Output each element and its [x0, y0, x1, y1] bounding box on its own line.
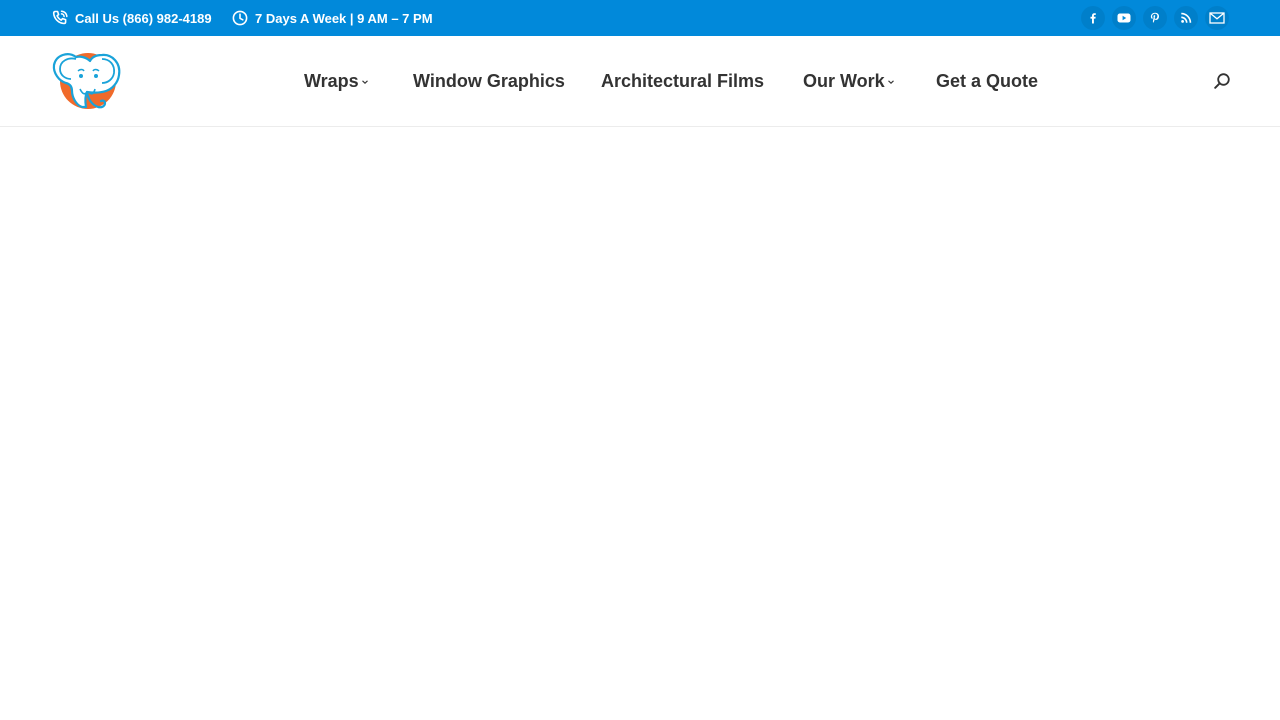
- nav-get-a-quote[interactable]: Get a Quote: [936, 36, 1038, 126]
- search-icon: [1214, 73, 1230, 89]
- main-header: Wraps Window Graphics Architectural Film…: [0, 36, 1280, 127]
- nav-wraps[interactable]: Wraps: [304, 36, 369, 126]
- facebook-icon: [1090, 13, 1096, 24]
- rss-icon: [1181, 12, 1192, 23]
- pinterest-icon: [1150, 12, 1159, 23]
- clock-icon: [232, 10, 248, 26]
- email-link[interactable]: [1205, 6, 1229, 30]
- facebook-link[interactable]: [1081, 6, 1105, 30]
- search-button[interactable]: [1211, 70, 1233, 92]
- top-bar: Call Us (866) 982-4189 7 Days A Week | 9…: [0, 0, 1280, 36]
- phone-label: Call Us (866) 982-4189: [75, 10, 212, 26]
- pinterest-link[interactable]: [1143, 6, 1167, 30]
- phone-info[interactable]: Call Us (866) 982-4189: [52, 0, 212, 36]
- youtube-link[interactable]: [1112, 6, 1136, 30]
- nav-our-work[interactable]: Our Work: [803, 36, 895, 126]
- mail-icon: [1209, 12, 1225, 24]
- elephant-logo: [52, 53, 121, 109]
- hours-info: 7 Days A Week | 9 AM – 7 PM: [232, 0, 433, 36]
- chevron-down-icon: [887, 79, 894, 84]
- nav-get-a-quote-label: Get a Quote: [936, 70, 1039, 91]
- site-logo[interactable]: [50, 49, 124, 113]
- nav-architectural-films[interactable]: Architectural Films: [601, 36, 764, 126]
- nav-window-graphics-label: Window Graphics: [413, 70, 565, 91]
- nav-window-graphics[interactable]: Window Graphics: [413, 36, 565, 126]
- nav-our-work-label: Our Work: [803, 70, 885, 91]
- nav-architectural-films-label: Architectural Films: [601, 70, 765, 91]
- youtube-icon: [1117, 13, 1131, 23]
- phone-icon: [52, 10, 68, 26]
- chevron-down-icon: [361, 79, 368, 84]
- main-content: [0, 127, 1280, 720]
- hours-label: 7 Days A Week | 9 AM – 7 PM: [255, 10, 433, 26]
- nav-wraps-label: Wraps: [304, 70, 359, 91]
- rss-link[interactable]: [1174, 6, 1198, 30]
